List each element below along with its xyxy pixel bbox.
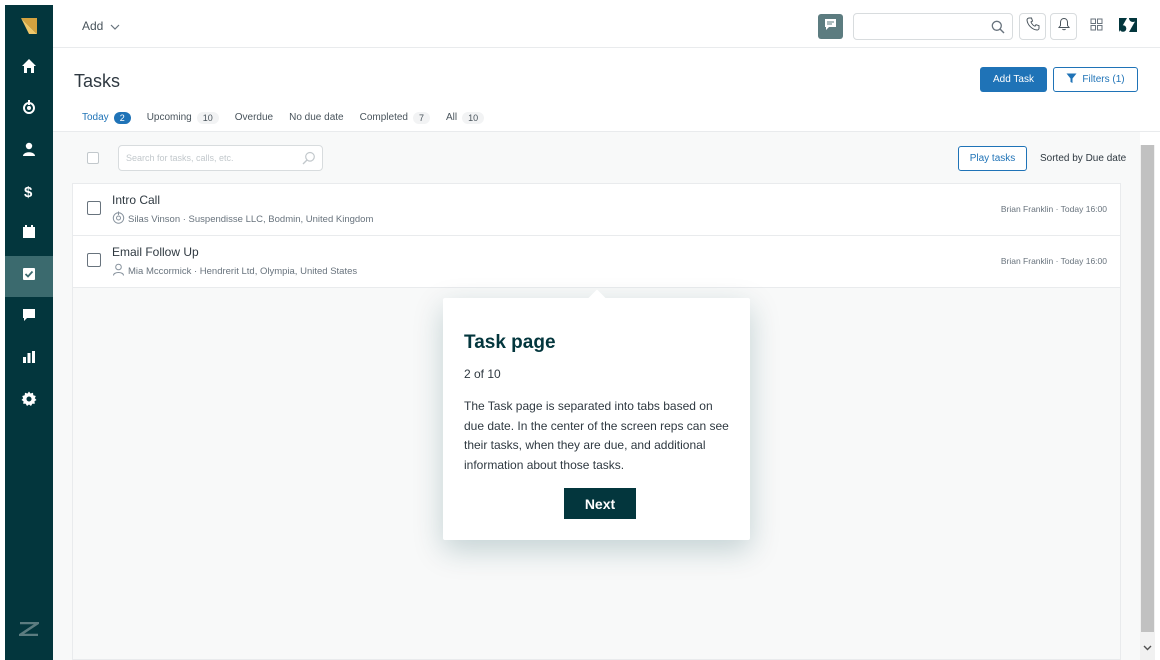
sidebar-item-tasks[interactable] <box>5 256 53 297</box>
task-checkbox[interactable] <box>87 201 101 215</box>
sidebar-item-calendar[interactable] <box>5 214 53 255</box>
zendesk-icon <box>15 621 43 641</box>
zendesk-logo-icon <box>1118 17 1138 37</box>
global-search-input[interactable] <box>853 13 1013 40</box>
grid-icon <box>1090 18 1103 36</box>
chat-icon <box>824 18 837 36</box>
sidebar-item-leads[interactable] <box>5 90 53 131</box>
popover-body: The Task page is separated into tabs bas… <box>464 399 729 472</box>
tab-completed[interactable]: Completed 7 <box>352 110 438 132</box>
sidebar-item-messages[interactable] <box>5 297 53 338</box>
filters-label: Filters (1) <box>1082 74 1125 85</box>
tab-count-badge: 2 <box>113 112 131 124</box>
tab-all[interactable]: All 10 <box>438 110 492 132</box>
reports-icon <box>21 349 37 370</box>
filter-icon <box>1066 73 1077 87</box>
page-title: Tasks <box>74 71 121 91</box>
person-icon <box>112 263 125 279</box>
task-meta-text: Mia Mccormick · Hendrerit Ltd, Olympia, … <box>128 265 358 277</box>
task-owner-due: Brian Franklin · Today 16:00 <box>1000 256 1107 266</box>
task-meta-text: Silas Vinson · Suspendisse LLC, Bodmin, … <box>128 213 374 225</box>
sidebar-item-reports[interactable] <box>5 339 53 380</box>
notifications-button[interactable] <box>1050 13 1077 40</box>
play-tasks-button[interactable]: Play tasks <box>958 146 1027 171</box>
sidebar-item-deals[interactable]: $ <box>5 173 53 214</box>
tab-label: All <box>445 112 458 123</box>
bell-icon <box>1057 17 1071 36</box>
contacts-icon <box>21 141 37 162</box>
calendar-icon <box>21 224 37 245</box>
tab-today[interactable]: Today 2 <box>74 110 139 133</box>
add-menu[interactable]: Add <box>82 19 120 33</box>
svg-text:$: $ <box>24 184 33 199</box>
task-title[interactable]: Intro Call <box>112 193 160 207</box>
chevron-down-icon <box>110 19 120 33</box>
zendesk-footer-logo <box>5 610 53 652</box>
scrollbar-thumb[interactable] <box>1141 145 1154 632</box>
next-button[interactable]: Next <box>564 488 636 519</box>
tab-label: Upcoming <box>146 112 192 123</box>
popover-title: Task page <box>464 332 556 353</box>
task-owner-due: Brian Franklin · Today 16:00 <box>1000 204 1107 214</box>
sidebar: $ <box>5 5 53 660</box>
products-button[interactable] <box>1086 17 1106 37</box>
leads-icon <box>21 100 37 121</box>
scrollbar[interactable] <box>1140 145 1155 660</box>
tour-popover: Task page 2 of 10 The Task page is separ… <box>443 289 750 540</box>
task-meta: Silas Vinson · Suspendisse LLC, Bodmin, … <box>112 211 373 227</box>
tab-label: Overdue <box>234 112 274 123</box>
scroll-down-icon[interactable] <box>1143 638 1152 656</box>
task-meta: Mia Mccormick · Hendrerit Ltd, Olympia, … <box>112 263 357 279</box>
messages-icon <box>21 307 37 328</box>
task-search-field[interactable] <box>118 145 323 171</box>
select-all-checkbox[interactable] <box>87 152 99 164</box>
settings-icon <box>21 391 37 412</box>
tab-label: No due date <box>289 112 344 123</box>
tab-count-badge: 7 <box>412 112 430 124</box>
deals-icon: $ <box>21 183 37 204</box>
chat-button[interactable] <box>818 14 843 39</box>
phone-icon <box>1025 17 1040 36</box>
lead-icon <box>112 211 125 227</box>
tab-label: Completed <box>359 112 408 123</box>
brand-logo[interactable] <box>5 5 53 47</box>
zendesk-logo[interactable] <box>1115 17 1141 37</box>
sell-logo-icon <box>21 18 37 34</box>
top-bar: Add <box>53 5 1160 48</box>
add-menu-label: Add <box>82 19 104 33</box>
tab-count-badge: 10 <box>196 112 219 124</box>
task-search-input[interactable] <box>119 146 294 170</box>
filters-button[interactable]: Filters (1) <box>1053 67 1138 92</box>
task-tabs: Today 2 Upcoming 10 Overdue No due date … <box>74 110 492 133</box>
app-frame: $ Add Tasks Add Task Filters (1) Today 2… <box>5 5 1160 660</box>
add-task-button[interactable]: Add Task <box>980 67 1047 92</box>
table-row[interactable]: Email Follow Up Mia Mccormick · Hendreri… <box>73 236 1120 288</box>
popover-step-counter: 2 of 10 <box>464 367 501 381</box>
sidebar-item-home[interactable] <box>5 48 53 89</box>
tab-upcoming[interactable]: Upcoming 10 <box>139 110 227 132</box>
tab-overdue[interactable]: Overdue <box>227 110 281 132</box>
sort-label[interactable]: Sorted by Due date <box>1040 153 1126 164</box>
home-icon <box>21 58 37 79</box>
tasks-icon <box>21 266 37 287</box>
sidebar-item-contacts[interactable] <box>5 131 53 172</box>
phone-button[interactable] <box>1019 13 1046 40</box>
sidebar-item-settings[interactable] <box>5 381 53 422</box>
table-row[interactable]: Intro Call Silas Vinson · Suspendisse LL… <box>73 184 1120 236</box>
tab-label: Today <box>82 112 109 123</box>
task-checkbox[interactable] <box>87 253 101 267</box>
task-title[interactable]: Email Follow Up <box>112 245 199 259</box>
tab-no-due-date[interactable]: No due date <box>281 110 352 132</box>
tab-count-badge: 10 <box>462 112 485 124</box>
